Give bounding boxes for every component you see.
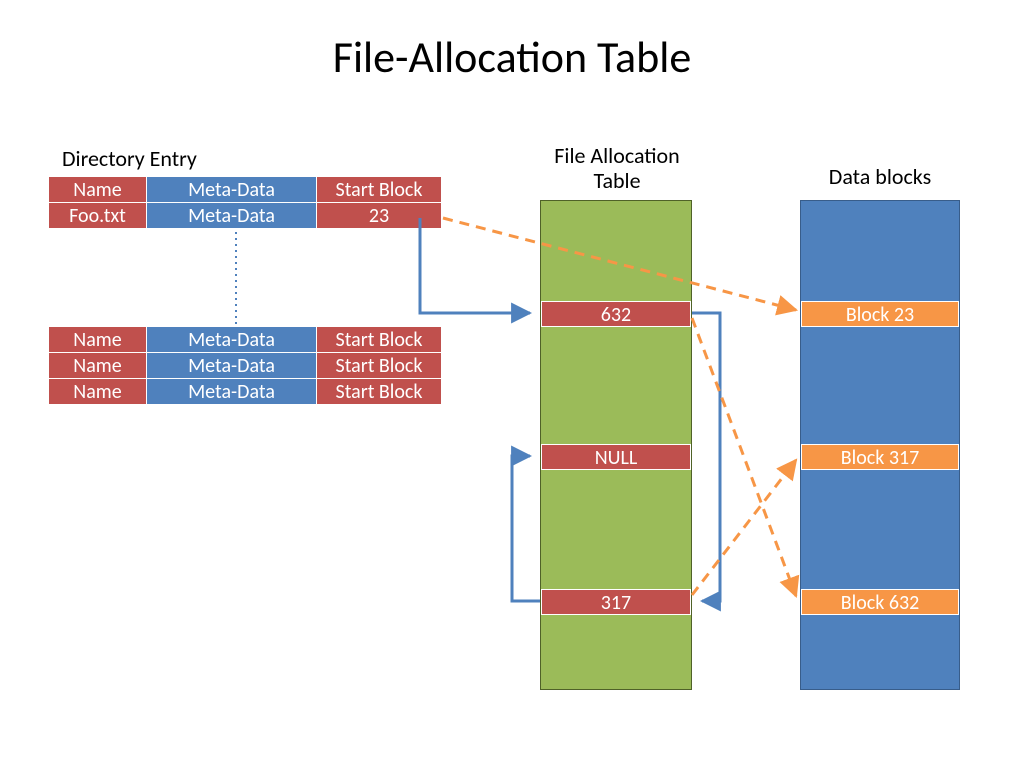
arrow-start23-to-fat632 — [420, 218, 530, 313]
table-row: Name Meta-Data Start Block — [49, 177, 442, 203]
fat-column: 632 NULL 317 — [540, 200, 692, 690]
cell-start: Start Block — [317, 353, 442, 379]
cell-meta: Meta-Data — [147, 327, 317, 353]
page-title: File-Allocation Table — [0, 30, 1024, 84]
fat-slot-null: NULL — [541, 444, 691, 470]
cell-start: Start Block — [317, 327, 442, 353]
arrow-dash-fat317-to-block317 — [692, 460, 796, 595]
cell-meta: Meta-Data — [147, 379, 317, 405]
table-row: Name Meta-Data Start Block — [49, 327, 442, 353]
data-slot-632: Block 632 — [801, 589, 959, 615]
table-row: Foo.txt Meta-Data 23 — [49, 203, 442, 229]
cell-meta: Meta-Data — [147, 203, 317, 229]
cell-name: Name — [49, 177, 147, 203]
fat-slot-632: 632 — [541, 301, 691, 327]
cell-name: Name — [49, 353, 147, 379]
data-slot-317: Block 317 — [801, 444, 959, 470]
label-fat: File Allocation Table — [532, 143, 702, 194]
cell-start: Start Block — [317, 379, 442, 405]
cell-name: Name — [49, 327, 147, 353]
table-row: Name Meta-Data Start Block — [49, 379, 442, 405]
directory-table-1: Name Meta-Data Start Block Foo.txt Meta-… — [48, 176, 442, 229]
directory-table-2: Name Meta-Data Start Block Name Meta-Dat… — [48, 326, 442, 405]
arrow-dash-fat632-to-block632 — [692, 318, 796, 596]
cell-meta: Meta-Data — [147, 353, 317, 379]
label-directory-entry: Directory Entry — [62, 145, 197, 172]
cell-start: Start Block — [317, 177, 442, 203]
fat-slot-317: 317 — [541, 589, 691, 615]
diagram-stage: File-Allocation Table Directory Entry Fi… — [0, 0, 1024, 768]
arrow-fat632-to-fat317 — [692, 313, 720, 601]
label-data-blocks: Data blocks — [800, 163, 960, 190]
cell-start: 23 — [317, 203, 442, 229]
data-slot-23: Block 23 — [801, 301, 959, 327]
cell-name: Foo.txt — [49, 203, 147, 229]
table-row: Name Meta-Data Start Block — [49, 353, 442, 379]
arrow-fat317-to-fatnull — [512, 456, 540, 601]
data-blocks-column: Block 23 Block 317 Block 632 — [800, 200, 960, 690]
cell-meta: Meta-Data — [147, 177, 317, 203]
cell-name: Name — [49, 379, 147, 405]
